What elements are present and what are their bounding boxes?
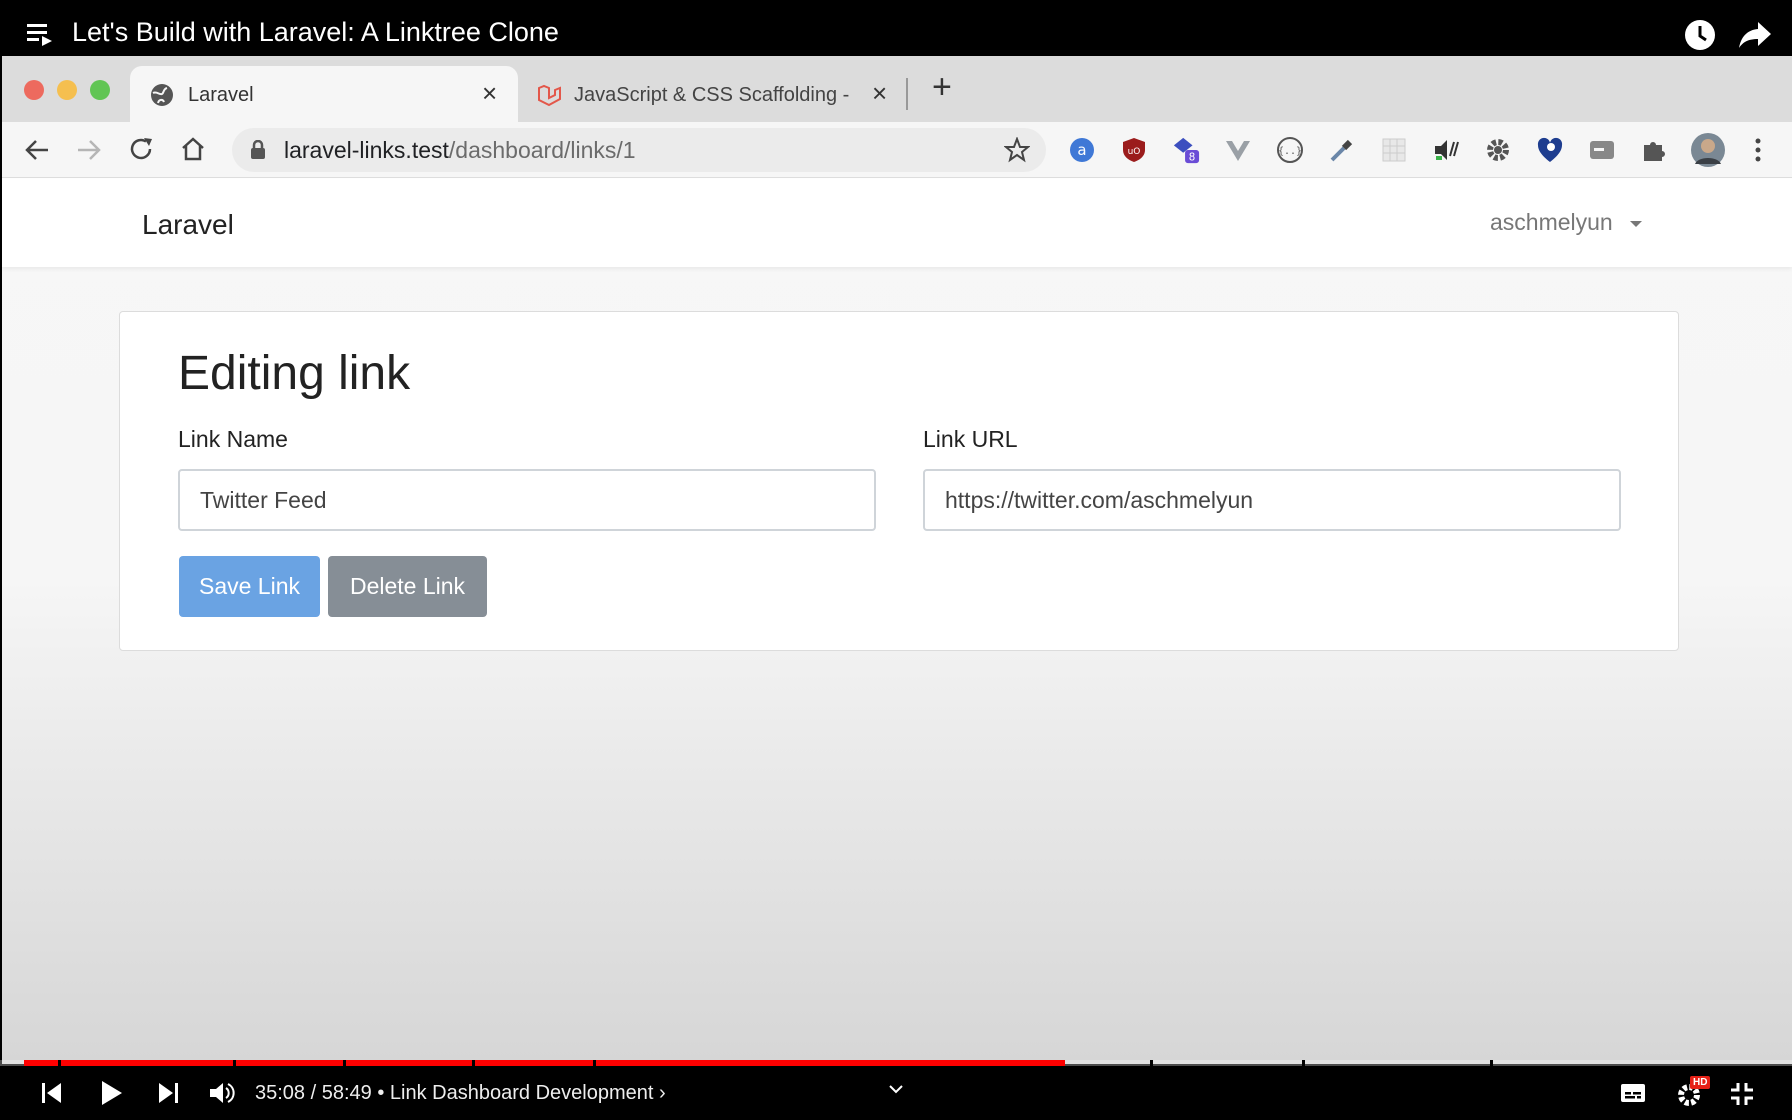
- save-link-button[interactable]: Save Link: [179, 556, 320, 617]
- browser-toolbar: laravel-links.test/dashboard/links/1 a u…: [2, 122, 1792, 178]
- close-icon[interactable]: ×: [872, 80, 887, 106]
- close-window-button[interactable]: [24, 80, 44, 100]
- grid-extension-icon[interactable]: [1380, 136, 1408, 164]
- delete-link-button[interactable]: Delete Link: [328, 556, 487, 617]
- extensions-puzzle-icon[interactable]: [1640, 136, 1668, 164]
- close-icon[interactable]: ×: [482, 80, 497, 106]
- extension-badge: 8: [1189, 151, 1196, 163]
- browser-menu-icon[interactable]: [1754, 136, 1762, 164]
- vue-devtools-icon[interactable]: [1224, 136, 1252, 164]
- user-dropdown[interactable]: aschmelyun: [1490, 209, 1643, 236]
- address-bar[interactable]: laravel-links.test/dashboard/links/1: [232, 128, 1046, 172]
- playlist-icon[interactable]: [26, 20, 54, 48]
- url-path: /dashboard/links/1: [448, 137, 636, 163]
- svg-text:{..}: {..}: [1278, 146, 1302, 157]
- web-page: Laravel aschmelyun Editing link Link Nam…: [2, 179, 1792, 1064]
- stacked-extension-icon[interactable]: 8: [1172, 136, 1200, 164]
- chapter-chevron-icon: ›: [658, 1082, 666, 1104]
- globe-icon: [151, 84, 173, 106]
- svg-text:a: a: [1077, 141, 1086, 159]
- ublock-icon[interactable]: uO: [1120, 136, 1148, 164]
- settings-extension-icon[interactable]: [1484, 136, 1512, 164]
- play-icon[interactable]: [98, 1079, 124, 1107]
- chevron-down-icon[interactable]: [888, 1084, 904, 1094]
- subtitles-icon[interactable]: [1620, 1082, 1646, 1104]
- audio-extension-icon[interactable]: [1432, 136, 1460, 164]
- new-tab-button[interactable]: +: [932, 70, 952, 104]
- browser-window: Laravel × JavaScript & CSS Scaffolding -…: [2, 56, 1792, 1064]
- link-url-input[interactable]: [923, 469, 1621, 531]
- color-picker-icon[interactable]: [1328, 136, 1356, 164]
- next-icon[interactable]: [156, 1082, 180, 1104]
- forward-icon[interactable]: [76, 138, 102, 162]
- tab-label: Laravel: [188, 84, 254, 106]
- json-viewer-icon[interactable]: {..}: [1276, 136, 1304, 164]
- edit-link-card: Editing link Link Name Link URL Save Lin…: [119, 311, 1679, 651]
- video-title-bar: Let's Build with Laravel: A Linktree Clo…: [0, 0, 1792, 56]
- profile-avatar[interactable]: [1690, 132, 1726, 168]
- previous-icon[interactable]: [40, 1082, 64, 1104]
- link-name-input[interactable]: [178, 469, 876, 531]
- volume-icon[interactable]: [208, 1081, 236, 1105]
- app-navbar: Laravel aschmelyun: [2, 179, 1792, 267]
- link-url-label: Link URL: [923, 426, 1018, 452]
- page-title: Editing link: [178, 347, 411, 400]
- lock-icon[interactable]: [250, 140, 266, 160]
- tab-divider: [906, 78, 908, 110]
- time-display: 35:08 / 58:49 • Link Dashboard Developme…: [255, 1082, 666, 1105]
- tab-label: JavaScript & CSS Scaffolding -: [574, 84, 850, 106]
- chapter-separator: •: [377, 1082, 385, 1104]
- url-host: laravel-links.test: [284, 137, 449, 163]
- link-name-label: Link Name: [178, 426, 288, 452]
- user-name: aschmelyun: [1490, 209, 1613, 235]
- video-controls: 35:08 / 58:49 • Link Dashboard Developme…: [0, 1066, 1792, 1120]
- ally-extension-icon[interactable]: a: [1068, 136, 1096, 164]
- home-icon[interactable]: [180, 136, 206, 162]
- settings-button[interactable]: HD: [1674, 1076, 1714, 1110]
- bookmark-star-icon[interactable]: [1004, 137, 1030, 163]
- laravel-logo-icon: [538, 84, 561, 107]
- time-readout: 35:08 / 58:49: [255, 1082, 372, 1104]
- reload-icon[interactable]: [128, 136, 154, 162]
- watch-later-icon[interactable]: [1684, 19, 1716, 51]
- share-icon[interactable]: [1738, 20, 1772, 50]
- caret-down-icon: [1630, 220, 1643, 227]
- video-title[interactable]: Let's Build with Laravel: A Linktree Clo…: [72, 17, 559, 48]
- maximize-window-button[interactable]: [90, 80, 110, 100]
- cast-extension-icon[interactable]: [1588, 136, 1616, 164]
- svg-text:uO: uO: [1128, 147, 1141, 157]
- minimize-window-button[interactable]: [57, 80, 77, 100]
- back-icon[interactable]: [24, 138, 50, 162]
- password-manager-icon[interactable]: [1536, 136, 1564, 164]
- chapter-title[interactable]: Link Dashboard Development: [390, 1082, 654, 1104]
- navbar-brand[interactable]: Laravel: [142, 209, 234, 241]
- hd-badge: HD: [1690, 1076, 1711, 1089]
- exit-fullscreen-icon[interactable]: [1730, 1082, 1754, 1106]
- tab-strip: Laravel × JavaScript & CSS Scaffolding -…: [2, 56, 1792, 122]
- tab-scaffolding[interactable]: JavaScript & CSS Scaffolding - ×: [522, 66, 902, 122]
- tab-laravel[interactable]: Laravel ×: [130, 66, 518, 122]
